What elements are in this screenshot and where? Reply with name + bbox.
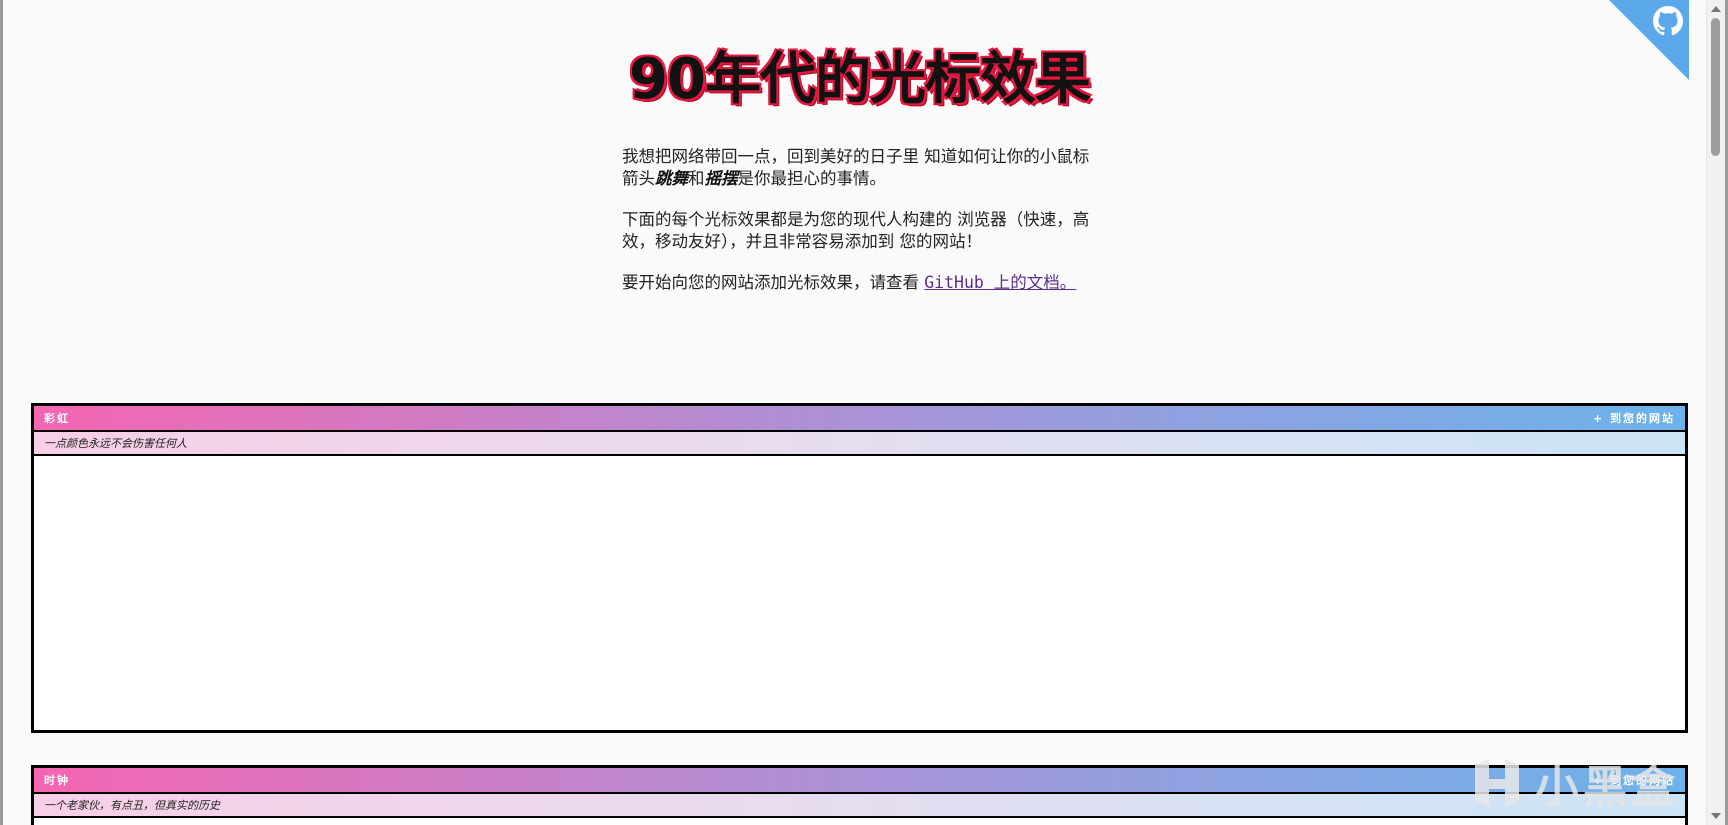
vertical-scrollbar[interactable] (1706, 0, 1725, 825)
page-content: 90年代的光标效果 我想把网络带回一点，回到美好的日子里 知道如何让你的小鼠标箭… (3, 0, 1707, 825)
watermark-text: 小黑盒 (1535, 762, 1679, 813)
effect-card-clock: 时钟 + 到您的网站 一个老家伙，有点丑，但真实的历史 (31, 765, 1688, 825)
github-docs-link[interactable]: GitHub 上的文档。 (924, 273, 1076, 292)
scroll-up-icon[interactable] (1711, 6, 1721, 12)
effect-card-header: 时钟 + 到您的网站 (34, 768, 1685, 792)
add-to-site-button[interactable]: + 到您的网站 (1593, 410, 1675, 426)
effect-card-header: 彩虹 + 到您的网站 (34, 406, 1685, 430)
browser-viewport: 90年代的光标效果 我想把网络带回一点，回到美好的日子里 知道如何让你的小鼠标箭… (3, 0, 1725, 825)
github-octocat-icon (1653, 6, 1683, 36)
github-corner[interactable] (1609, 0, 1689, 80)
effect-description: 一点颜色永远不会伤害任何人 (34, 430, 1685, 456)
page-title: 90年代的光标效果 (629, 47, 1091, 112)
intro-p1-end: 是你最担心的事情。 (737, 169, 887, 188)
intro-p1-mid: 和 (688, 169, 705, 188)
effect-description: 一个老家伙，有点丑，但真实的历史 (34, 792, 1685, 818)
effect-card-rainbow: 彩虹 + 到您的网站 一点颜色永远不会伤害任何人 (31, 403, 1688, 733)
intro-paragraph-2: 下面的每个光标效果都是为您的现代人构建的 浏览器（快速，高效，移动友好），并且非… (622, 210, 1090, 251)
effect-demo-area[interactable] (34, 456, 1685, 730)
hero-section: 90年代的光标效果 我想把网络带回一点，回到美好的日子里 知道如何让你的小鼠标箭… (622, 40, 1097, 313)
scroll-down-icon[interactable] (1711, 813, 1721, 819)
intro-p3-start: 要开始向您的网站添加光标效果，请查看 (622, 273, 925, 292)
watermark: 小黑盒 (1469, 748, 1679, 818)
scrollbar-thumb[interactable] (1711, 18, 1720, 156)
intro-paragraph-1: 我想把网络带回一点，回到美好的日子里 知道如何让你的小鼠标箭头跳舞和摇摆是你最担… (622, 146, 1097, 190)
effect-demo-area[interactable] (34, 818, 1685, 825)
heybox-logo-icon (1475, 759, 1519, 807)
intro-paragraph-3: 要开始向您的网站添加光标效果，请查看 GitHub 上的文档。 (622, 272, 1097, 294)
intro-em-dance: 跳舞 (655, 169, 688, 188)
effect-title: 时钟 (44, 774, 70, 787)
intro-text: 我想把网络带回一点，回到美好的日子里 知道如何让你的小鼠标箭头跳舞和摇摆是你最担… (622, 146, 1097, 294)
effect-title: 彩虹 (44, 412, 70, 425)
intro-em-swing: 摇摆 (704, 169, 738, 188)
